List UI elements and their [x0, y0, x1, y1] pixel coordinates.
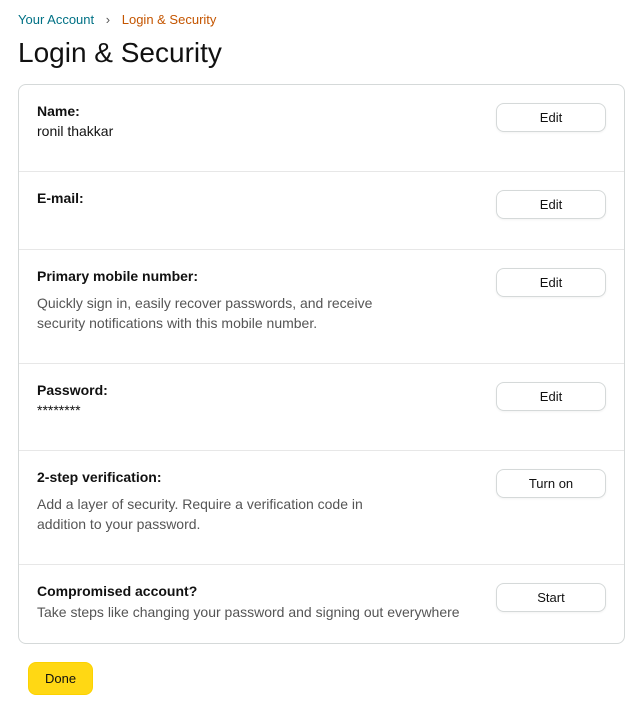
twostep-desc: Add a layer of security. Require a verif…: [37, 495, 397, 534]
twostep-label: 2-step verification:: [37, 469, 476, 485]
done-button[interactable]: Done: [28, 662, 93, 695]
name-label: Name:: [37, 103, 476, 119]
start-compromised-button[interactable]: Start: [496, 583, 606, 612]
name-value: ronil thakkar: [37, 123, 476, 139]
breadcrumb-separator: ›: [106, 12, 110, 27]
compromised-label: Compromised account?: [37, 583, 476, 599]
breadcrumb: Your Account › Login & Security: [18, 12, 625, 27]
row-twostep: 2-step verification: Add a layer of secu…: [19, 451, 624, 565]
edit-phone-button[interactable]: Edit: [496, 268, 606, 297]
page-title: Login & Security: [18, 37, 625, 69]
settings-card: Name: ronil thakkar Edit E-mail: Edit Pr…: [18, 84, 625, 644]
row-phone: Primary mobile number: Quickly sign in, …: [19, 250, 624, 364]
row-twostep-content: 2-step verification: Add a layer of secu…: [37, 469, 496, 534]
edit-password-button[interactable]: Edit: [496, 382, 606, 411]
password-value: ********: [37, 402, 476, 418]
row-email-content: E-mail:: [37, 190, 496, 210]
row-name-content: Name: ronil thakkar: [37, 103, 496, 141]
row-password-content: Password: ********: [37, 382, 496, 420]
password-label: Password:: [37, 382, 476, 398]
breadcrumb-current: Login & Security: [122, 12, 217, 27]
row-compromised-content: Compromised account? Take steps like cha…: [37, 583, 496, 623]
email-label: E-mail:: [37, 190, 476, 206]
row-password: Password: ******** Edit: [19, 364, 624, 451]
edit-name-button[interactable]: Edit: [496, 103, 606, 132]
turnon-twostep-button[interactable]: Turn on: [496, 469, 606, 498]
row-phone-content: Primary mobile number: Quickly sign in, …: [37, 268, 496, 333]
row-email: E-mail: Edit: [19, 172, 624, 250]
edit-email-button[interactable]: Edit: [496, 190, 606, 219]
compromised-desc: Take steps like changing your password a…: [37, 603, 476, 623]
row-compromised: Compromised account? Take steps like cha…: [19, 565, 624, 643]
phone-desc: Quickly sign in, easily recover password…: [37, 294, 397, 333]
breadcrumb-root-link[interactable]: Your Account: [18, 12, 94, 27]
phone-label: Primary mobile number:: [37, 268, 476, 284]
row-name: Name: ronil thakkar Edit: [19, 85, 624, 172]
